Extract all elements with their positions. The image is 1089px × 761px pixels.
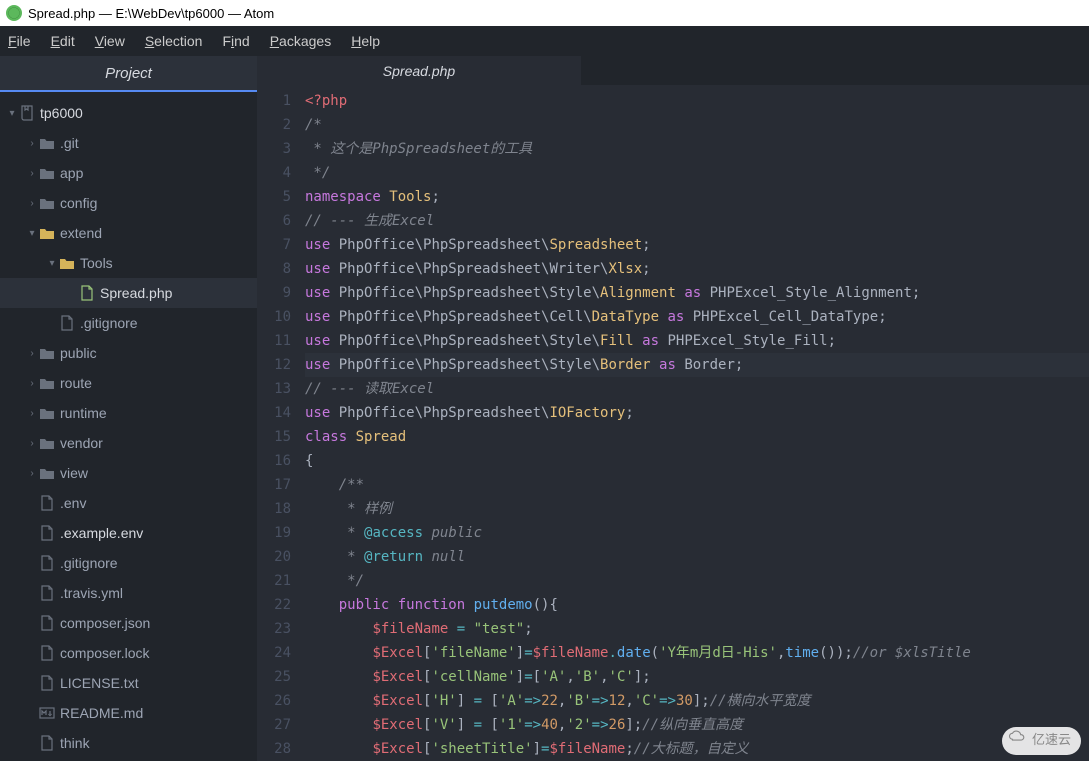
tree-item-view[interactable]: ›view (0, 458, 257, 488)
tree-item--gitignore[interactable]: .gitignore (0, 548, 257, 578)
tree-item-license-txt[interactable]: LICENSE.txt (0, 668, 257, 698)
menu-file[interactable]: File (8, 33, 31, 49)
tab-bar: Spread.php (257, 56, 1089, 85)
line-gutter: 1234567891011121314151617181920212223242… (257, 85, 305, 761)
menu-view[interactable]: View (95, 33, 125, 49)
menu-selection[interactable]: Selection (145, 33, 203, 49)
tree-item-vendor[interactable]: ›vendor (0, 428, 257, 458)
tree-item-extend[interactable]: ▾extend (0, 218, 257, 248)
tree-item-readme-md[interactable]: README.md (0, 698, 257, 728)
tree-item--gitignore[interactable]: .gitignore (0, 308, 257, 338)
tree-item-public[interactable]: ›public (0, 338, 257, 368)
editor-pane: Spread.php 12345678910111213141516171819… (257, 56, 1089, 761)
tree-item--example-env[interactable]: .example.env (0, 518, 257, 548)
tree-item-spread-php[interactable]: Spread.php (0, 278, 257, 308)
atom-icon (6, 5, 22, 21)
tree-item--git[interactable]: ›.git (0, 128, 257, 158)
tree-item-think[interactable]: think (0, 728, 257, 758)
tree-item--env[interactable]: .env (0, 488, 257, 518)
menu-help[interactable]: Help (351, 33, 380, 49)
tree-item-composer-json[interactable]: composer.json (0, 608, 257, 638)
tree-item-runtime[interactable]: ›runtime (0, 398, 257, 428)
window-title: Spread.php — E:\WebDev\tp6000 — Atom (28, 6, 274, 21)
menu-edit[interactable]: Edit (51, 33, 75, 49)
tab-spread-php[interactable]: Spread.php (257, 56, 581, 85)
tree-root[interactable]: ▾tp6000 (0, 98, 257, 128)
tree-item--travis-yml[interactable]: .travis.yml (0, 578, 257, 608)
title-bar: Spread.php — E:\WebDev\tp6000 — Atom (0, 0, 1089, 26)
menu-packages[interactable]: Packages (270, 33, 332, 49)
watermark: 亿速云 (1002, 727, 1081, 755)
tree-item-tools[interactable]: ▾Tools (0, 248, 257, 278)
sidebar-tab-project[interactable]: Project (0, 56, 257, 92)
sidebar: Project ▾tp6000›.git›app›config▾extend▾T… (0, 56, 257, 761)
code-editor[interactable]: 1234567891011121314151617181920212223242… (257, 85, 1089, 761)
tree-item-app[interactable]: ›app (0, 158, 257, 188)
menu-bar: File Edit View Selection Find Packages H… (0, 26, 1089, 56)
file-tree: ▾tp6000›.git›app›config▾extend▾ToolsSpre… (0, 92, 257, 761)
menu-find[interactable]: Find (222, 33, 249, 49)
tree-item-composer-lock[interactable]: composer.lock (0, 638, 257, 668)
tree-item-route[interactable]: ›route (0, 368, 257, 398)
tree-item-config[interactable]: ›config (0, 188, 257, 218)
code-content[interactable]: <?php/* * 这个是PhpSpreadsheet的工具 */namespa… (305, 85, 1089, 761)
